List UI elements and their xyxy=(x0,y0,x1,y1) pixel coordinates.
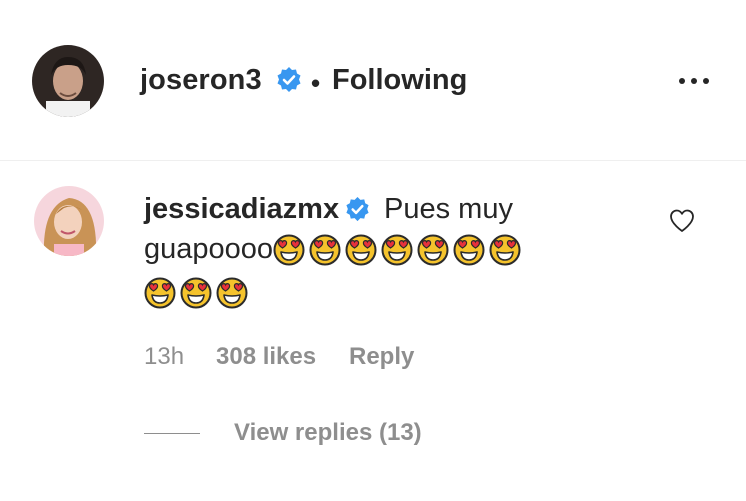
poster-avatar[interactable] xyxy=(32,45,104,117)
poster-username[interactable]: joseron3 xyxy=(140,64,262,97)
header-divider xyxy=(0,160,746,161)
heart-eyes-emoji-icon xyxy=(453,234,485,265)
verified-badge-icon xyxy=(277,67,301,92)
following-button[interactable]: Following xyxy=(332,64,467,97)
comment-line-2: guapoooo xyxy=(144,233,525,266)
post-header: joseron3 • Following xyxy=(0,0,746,160)
comment-line-3 xyxy=(144,277,252,309)
emoji-row xyxy=(144,277,252,309)
heart-eyes-emoji-icon xyxy=(417,234,449,265)
separator-dot: • xyxy=(311,68,321,98)
commenter-avatar[interactable] xyxy=(34,186,104,256)
commenter-avatar-image xyxy=(34,186,104,256)
heart-eyes-emoji-icon xyxy=(144,277,176,309)
heart-eyes-emoji-icon xyxy=(180,277,212,309)
reply-button[interactable]: Reply xyxy=(349,343,414,371)
heart-eyes-emoji-icon xyxy=(489,234,521,265)
heart-eyes-emoji-icon xyxy=(273,234,305,265)
heart-eyes-emoji-icon xyxy=(309,234,341,265)
comment-text-part-2: guapoooo xyxy=(144,233,274,265)
comment-timestamp: 13h xyxy=(144,343,185,370)
comment-line-1: jessicadiazmx Pues muy xyxy=(144,193,513,226)
view-replies-button[interactable]: View replies (13) xyxy=(234,419,422,447)
heart-eyes-emoji-icon xyxy=(381,234,413,265)
heart-outline-icon[interactable] xyxy=(668,207,696,235)
replies-divider-line xyxy=(144,433,200,434)
comment-text-part-1: Pues muy xyxy=(384,193,513,225)
heart-eyes-emoji-icon xyxy=(216,277,248,309)
commenter-username[interactable]: jessicadiazmx xyxy=(144,193,339,225)
more-options-icon[interactable] xyxy=(674,69,714,93)
heart-eyes-emoji-icon xyxy=(345,234,377,265)
emoji-row xyxy=(273,234,525,266)
comment-likes-count[interactable]: 308 likes xyxy=(216,343,316,371)
verified-badge-icon xyxy=(346,196,369,222)
poster-avatar-image xyxy=(32,45,104,117)
